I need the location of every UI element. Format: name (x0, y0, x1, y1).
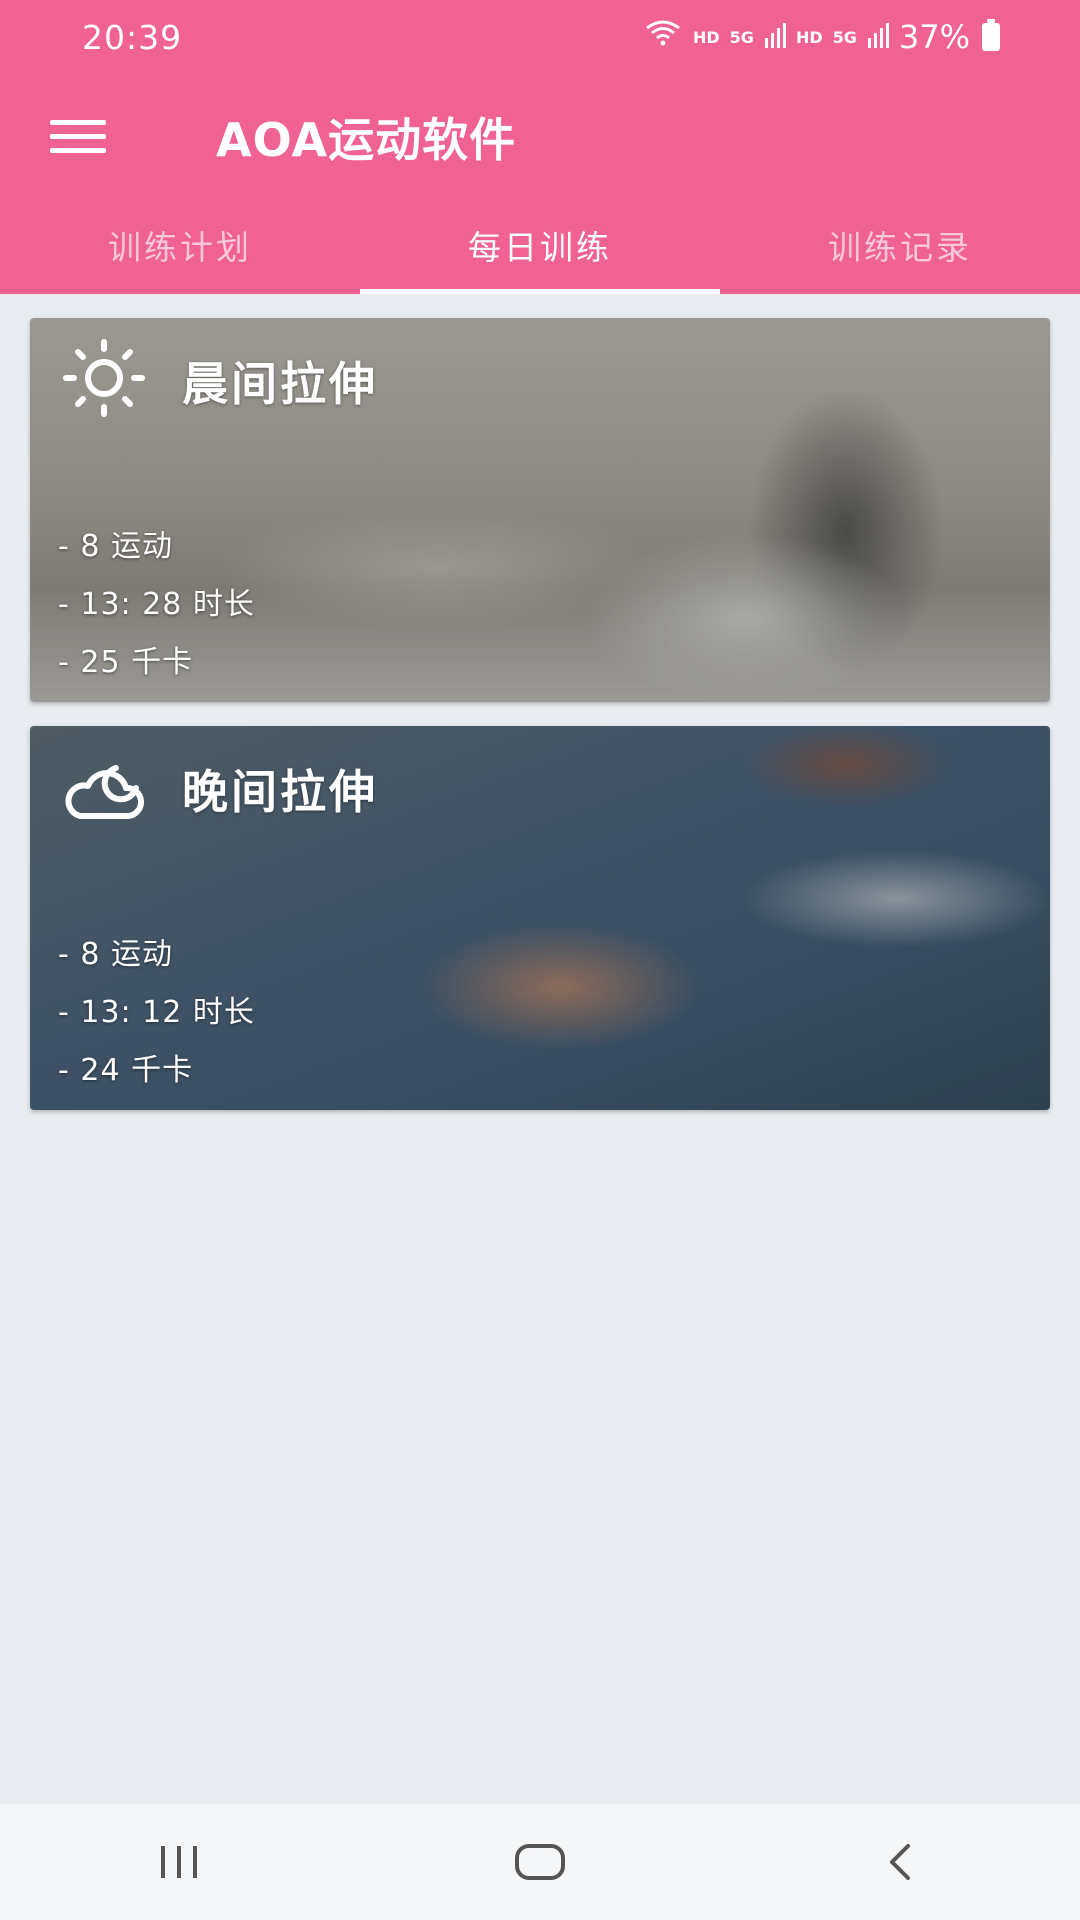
card-stats: - 8 运动 - 13: 12 时长 - 24 千卡 (58, 926, 255, 1100)
hamburger-menu-icon[interactable] (50, 106, 118, 166)
exercise-count: - 8 运动 (58, 937, 173, 972)
tab-daily-training[interactable]: 每日训练 (360, 214, 720, 294)
calories: - 25 千卡 (58, 645, 194, 680)
network-label-1: HD (693, 27, 720, 47)
status-bar: 20:39 HD 5G HD 5G 37% (0, 0, 1080, 80)
back-icon[interactable] (840, 1822, 960, 1902)
status-time: 20:39 (82, 18, 183, 57)
wifi-icon (643, 18, 683, 56)
network-label-2: HD (795, 27, 823, 47)
battery-percent: 37% (898, 18, 970, 56)
toolbar: AOA运动软件 (0, 80, 1080, 190)
workout-card-morning[interactable]: 晨间拉伸 - 8 运动 - 13: 28 时长 - 25 千卡 (30, 318, 1050, 702)
screen: 20:39 HD 5G HD 5G 37% AOA运动软件 训练计划 每日训练 … (0, 0, 1080, 1920)
tab-bar: 训练计划 每日训练 训练记录 (0, 214, 1080, 294)
app-header: 20:39 HD 5G HD 5G 37% AOA运动软件 训练计划 每日训练 … (0, 0, 1080, 294)
duration: - 13: 12 时长 (58, 995, 255, 1030)
signal-icon (764, 18, 786, 56)
signal-icon (867, 18, 889, 56)
calories: - 24 千卡 (58, 1053, 194, 1088)
tab-training-plan[interactable]: 训练计划 (0, 214, 360, 294)
app-title: AOA运动软件 (216, 113, 517, 167)
card-title: 晨间拉伸 (182, 357, 378, 411)
cloud-moon-icon (58, 746, 150, 826)
sun-icon (58, 338, 150, 418)
exercise-count: - 8 运动 (58, 529, 173, 564)
home-icon[interactable] (480, 1822, 600, 1902)
tab-training-records[interactable]: 训练记录 (720, 214, 1080, 294)
network-gen-2: 5G (832, 27, 857, 47)
battery-icon (982, 19, 1000, 51)
workout-card-evening[interactable]: 晚间拉伸 - 8 运动 - 13: 12 时长 - 24 千卡 (30, 726, 1050, 1110)
system-navigation-bar (0, 1804, 1080, 1920)
network-gen-1: 5G (729, 27, 754, 47)
card-stats: - 8 运动 - 13: 28 时长 - 25 千卡 (58, 518, 255, 692)
duration: - 13: 28 时长 (58, 587, 255, 622)
recent-apps-icon[interactable] (120, 1822, 240, 1902)
card-title: 晚间拉伸 (182, 765, 378, 819)
status-icons: HD 5G HD 5G 37% (643, 18, 1000, 56)
